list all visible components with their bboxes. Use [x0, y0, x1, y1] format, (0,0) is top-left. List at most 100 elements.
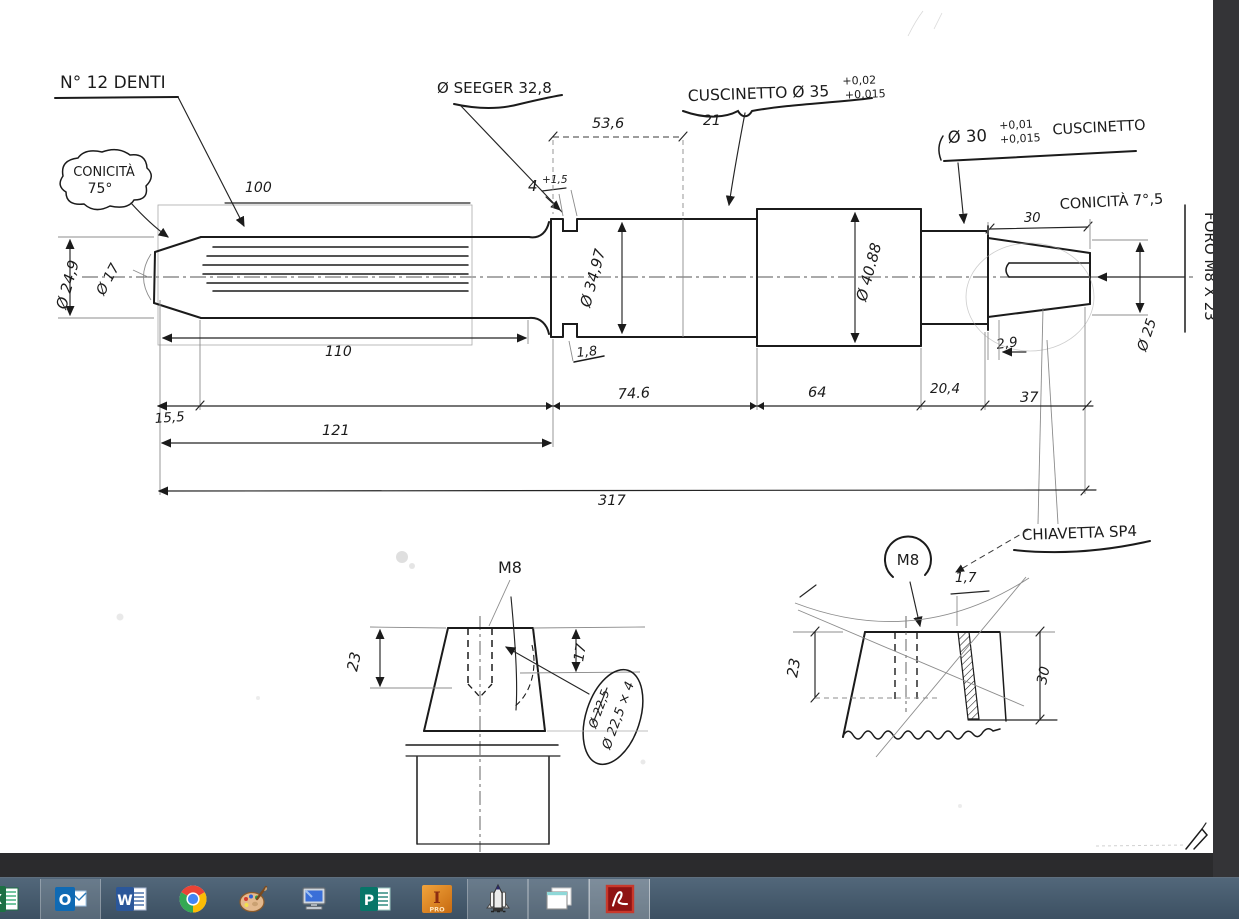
- inventor-icon: I PRO: [421, 883, 453, 915]
- dim-100-label: 100: [245, 180, 272, 196]
- taper-left-label-2: 75°: [88, 181, 113, 197]
- inventor-letter: I: [433, 888, 440, 907]
- dia-large-label: Ø 40.88: [852, 241, 885, 304]
- dim-20-4-label: 20,4: [930, 381, 960, 397]
- groove-width-dim: 4 +1,5: [528, 174, 577, 216]
- dim-30-taper-label: 30: [1024, 211, 1041, 226]
- dia-tip-label: Ø 17: [93, 261, 123, 299]
- page-curl-mark: [1186, 823, 1207, 849]
- excel-icon: X: [0, 883, 20, 915]
- bearing30-tol-lower: +0,015: [1000, 131, 1041, 146]
- detail-right-dim-23-label: 23: [783, 657, 804, 679]
- teeth-note-label: N° 12 DENTI: [60, 73, 166, 93]
- dim-100: 100: [225, 180, 470, 203]
- spline-construction-box: [158, 205, 472, 345]
- bearing35-label: CUSCINETTO Ø 35: [688, 82, 830, 105]
- bearing30-underline: [944, 151, 1136, 161]
- dim-74-6-label: 74.6: [617, 385, 650, 403]
- screen: N° 12 DENTI CONICITÀ 75° Ø SEEGER 32,8 4: [0, 0, 1239, 919]
- detail-right: M8 1,7: [783, 537, 1057, 757]
- key-note-label: CHIAVETTA SP4: [1022, 522, 1138, 544]
- taskbar-chrome-button[interactable]: [162, 879, 223, 919]
- teeth-note-leader: [178, 97, 244, 226]
- keyway-hatch: [958, 632, 979, 719]
- inventor-badge: PRO: [429, 905, 445, 913]
- groove-width-value: 4: [528, 177, 538, 195]
- detail-left-thread-label: M8: [498, 558, 522, 577]
- dia-25-label: Ø 25: [1134, 317, 1160, 355]
- word-letter: W: [117, 893, 132, 909]
- large-section: [757, 209, 921, 346]
- taskbar-computer-button[interactable]: [284, 879, 345, 919]
- detail-right-thread-label: M8: [897, 551, 920, 569]
- dim-1-8: 1,8: [569, 341, 604, 362]
- detail-left-callout: Ø 22,5 Ø 22,5 × 4: [506, 647, 654, 772]
- taskbar-folder-button[interactable]: [528, 879, 589, 919]
- excel-letter: X: [0, 893, 2, 908]
- spline-section: [154, 222, 549, 334]
- dim-15-5-label: 15,5: [154, 409, 185, 427]
- annotations: N° 12 DENTI CONICITÀ 75° Ø SEEGER 32,8 4: [52, 73, 1213, 572]
- hole-note-label: FORO M8 X 23: [1201, 212, 1213, 321]
- publisher-icon: P: [360, 883, 392, 915]
- length-dimensions: 110 15,5 74.6 64 20,4 37 121 317: [154, 300, 1096, 509]
- bearing30-leader: [958, 163, 964, 223]
- detail-right-dim-1-7-label: 1,7: [955, 570, 977, 586]
- bearing30-label: Ø 30: [947, 126, 987, 147]
- taskbar-acrobat-button[interactable]: [589, 879, 650, 919]
- dim-110-label: 110: [325, 344, 352, 360]
- taper-left-callout: CONICITÀ 75°: [60, 150, 168, 237]
- dim-dia-large: Ø 40.88: [852, 213, 885, 342]
- taskbar-outlook-button[interactable]: O: [40, 879, 101, 919]
- dim-64-label: 64: [808, 385, 826, 401]
- taskbar-word-button[interactable]: W: [101, 879, 162, 919]
- dim-121-label: 121: [322, 423, 350, 439]
- bearing35-leader: [729, 113, 745, 205]
- taskbar: X O W: [0, 877, 1239, 919]
- outlook-letter: O: [58, 891, 71, 909]
- bearing35-callout: CUSCINETTO Ø 35 +0,02 +0,015: [687, 73, 886, 107]
- dia-spline-label: Ø 24,9: [52, 258, 83, 312]
- computer-icon: [299, 883, 331, 915]
- taskbar-publisher-button[interactable]: P: [345, 879, 406, 919]
- dim-37-label: 37: [1020, 390, 1039, 406]
- dim-2-9: 2,9: [988, 320, 1026, 360]
- detail-left: M8 23: [343, 558, 654, 852]
- detail-right-dim-30-label: 30: [1034, 665, 1053, 686]
- taskbar-paint-button[interactable]: [223, 879, 284, 919]
- publisher-letter: P: [363, 893, 373, 909]
- dim-dia-mid: Ø 34,97: [576, 223, 622, 333]
- detail-left-dim-17-label: 17: [571, 642, 590, 662]
- acrobat-icon: [604, 883, 636, 915]
- outlook-icon: O: [55, 883, 87, 915]
- shuttle-icon: [482, 883, 514, 915]
- dim-317-label: 317: [598, 493, 626, 509]
- groove-width-tol: +1,5: [542, 174, 568, 186]
- desktop-edge-right: [1213, 0, 1239, 877]
- taskbar-excel-button[interactable]: X: [0, 879, 30, 919]
- chrome-icon: [177, 883, 209, 915]
- bearing35-tol-upper: +0,02: [842, 73, 876, 87]
- taper-right-label: CONICITÀ 7°,5: [1059, 191, 1163, 213]
- bearing-section: [921, 226, 988, 330]
- dia-mid-label: Ø 34,97: [576, 246, 609, 310]
- hole-note: FORO M8 X 23: [1098, 205, 1213, 332]
- dim-53-6: 53,6: [549, 116, 687, 216]
- dim-53-6-label: 53,6: [592, 116, 624, 132]
- paint-icon: [238, 883, 270, 915]
- taskbar-shuttle-button[interactable]: [467, 879, 528, 919]
- shaft-main-view: [82, 205, 1193, 351]
- mid-section: [551, 219, 757, 337]
- bearing30-paren: [939, 136, 943, 160]
- detail-left-dim-23-label: 23: [343, 650, 365, 672]
- taskbar-inventor-button[interactable]: I PRO: [406, 879, 467, 919]
- word-icon: W: [116, 883, 148, 915]
- bearing30-callout: Ø 30 +0,01 +0,015 CUSCINETTO: [947, 112, 1146, 149]
- document-page: N° 12 DENTI CONICITÀ 75° Ø SEEGER 32,8 4: [0, 0, 1213, 853]
- seeger-label: Ø SEEGER 32,8: [437, 79, 552, 97]
- bearing30-suffix: CUSCINETTO: [1052, 118, 1146, 139]
- folder-icon: [543, 883, 575, 915]
- seeger-leader: [461, 106, 562, 212]
- bearing30-tol-upper: +0,01: [999, 118, 1033, 133]
- desktop-edge-bottom: [0, 853, 1213, 877]
